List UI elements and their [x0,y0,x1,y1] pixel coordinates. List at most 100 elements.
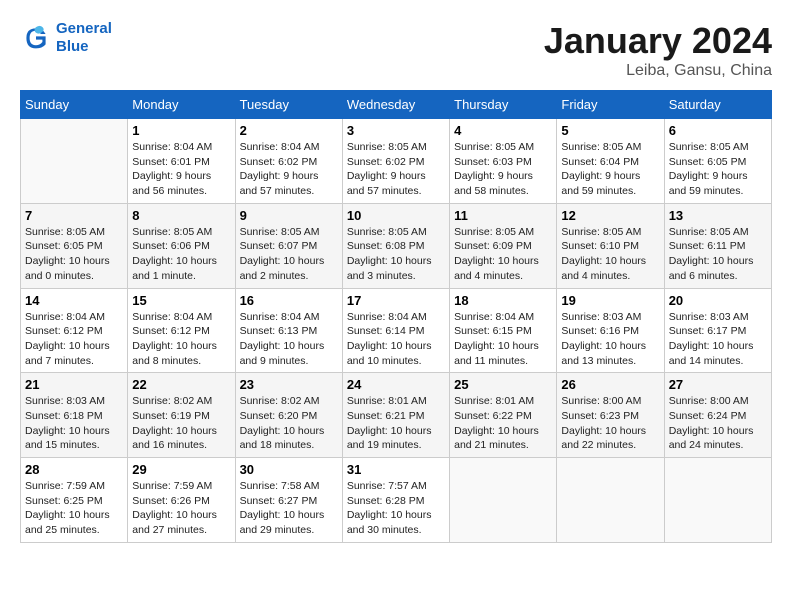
calendar-week-4: 21Sunrise: 8:03 AMSunset: 6:18 PMDayligh… [21,373,772,458]
col-friday: Friday [557,91,664,119]
calendar-cell: 25 Sunrise: 8:01 AMSunset: 6:22 PMDayligh… [450,373,557,458]
calendar-cell: 2 Sunrise: 8:04 AMSunset: 6:02 PMDaylight… [235,119,342,204]
logo-icon [20,22,52,54]
day-info: Sunrise: 8:05 AMSunset: 6:09 PMDaylight:… [454,225,552,284]
day-info: Sunrise: 8:05 AMSunset: 6:05 PMDaylight:… [25,225,123,284]
day-number: 13 [669,208,767,223]
col-tuesday: Tuesday [235,91,342,119]
day-number: 7 [25,208,123,223]
calendar-cell [664,458,771,543]
day-info: Sunrise: 8:04 AMSunset: 6:14 PMDaylight:… [347,310,445,369]
calendar-cell: 15 Sunrise: 8:04 AMSunset: 6:12 PMDayligh… [128,288,235,373]
calendar-cell: 30 Sunrise: 7:58 AMSunset: 6:27 PMDayligh… [235,458,342,543]
day-number: 1 [132,123,230,138]
day-info: Sunrise: 8:02 AMSunset: 6:19 PMDaylight:… [132,394,230,453]
day-info: Sunrise: 8:05 AMSunset: 6:02 PMDaylight:… [347,140,445,199]
day-number: 10 [347,208,445,223]
col-monday: Monday [128,91,235,119]
logo-text: General Blue [56,20,112,56]
day-info: Sunrise: 8:04 AMSunset: 6:12 PMDaylight:… [132,310,230,369]
calendar-cell: 17 Sunrise: 8:04 AMSunset: 6:14 PMDayligh… [342,288,449,373]
day-number: 15 [132,293,230,308]
col-saturday: Saturday [664,91,771,119]
day-number: 6 [669,123,767,138]
day-number: 5 [561,123,659,138]
calendar-cell: 11 Sunrise: 8:05 AMSunset: 6:09 PMDayligh… [450,203,557,288]
calendar-week-2: 7 Sunrise: 8:05 AMSunset: 6:05 PMDaylight… [21,203,772,288]
day-info: Sunrise: 7:59 AMSunset: 6:26 PMDaylight:… [132,479,230,538]
day-info: Sunrise: 7:57 AMSunset: 6:28 PMDaylight:… [347,479,445,538]
day-info: Sunrise: 8:05 AMSunset: 6:06 PMDaylight:… [132,225,230,284]
day-number: 24 [347,377,445,392]
calendar-cell: 23 Sunrise: 8:02 AMSunset: 6:20 PMDayligh… [235,373,342,458]
day-number: 23 [240,377,338,392]
day-number: 19 [561,293,659,308]
calendar-cell: 3 Sunrise: 8:05 AMSunset: 6:02 PMDaylight… [342,119,449,204]
day-info: Sunrise: 8:03 AMSunset: 6:16 PMDaylight:… [561,310,659,369]
page-header: General Blue January 2024 Leiba, Gansu, … [20,20,772,80]
logo: General Blue [20,20,112,56]
day-info: Sunrise: 8:03 AMSunset: 6:17 PMDaylight:… [669,310,767,369]
calendar-cell: 13 Sunrise: 8:05 AMSunset: 6:11 PMDayligh… [664,203,771,288]
day-number: 20 [669,293,767,308]
day-info: Sunrise: 8:05 AMSunset: 6:07 PMDaylight:… [240,225,338,284]
day-info: Sunrise: 7:58 AMSunset: 6:27 PMDaylight:… [240,479,338,538]
day-info: Sunrise: 8:04 AMSunset: 6:13 PMDaylight:… [240,310,338,369]
calendar-cell: 12Sunrise: 8:05 AMSunset: 6:10 PMDayligh… [557,203,664,288]
day-info: Sunrise: 8:01 AMSunset: 6:22 PMDaylight:… [454,394,552,453]
calendar-cell: 1 Sunrise: 8:04 AMSunset: 6:01 PMDaylight… [128,119,235,204]
calendar-cell: 31 Sunrise: 7:57 AMSunset: 6:28 PMDayligh… [342,458,449,543]
day-info: Sunrise: 8:03 AMSunset: 6:18 PMDaylight:… [25,394,123,453]
day-info: Sunrise: 8:04 AMSunset: 6:15 PMDaylight:… [454,310,552,369]
day-info: Sunrise: 8:04 AMSunset: 6:02 PMDaylight:… [240,140,338,199]
day-number: 14 [25,293,123,308]
col-sunday: Sunday [21,91,128,119]
day-number: 17 [347,293,445,308]
calendar-subtitle: Leiba, Gansu, China [544,62,772,80]
calendar-cell: 29Sunrise: 7:59 AMSunset: 6:26 PMDayligh… [128,458,235,543]
calendar-cell [21,119,128,204]
day-info: Sunrise: 8:05 AMSunset: 6:11 PMDaylight:… [669,225,767,284]
day-info: Sunrise: 8:02 AMSunset: 6:20 PMDaylight:… [240,394,338,453]
title-section: January 2024 Leiba, Gansu, China [544,20,772,80]
day-info: Sunrise: 8:00 AMSunset: 6:23 PMDaylight:… [561,394,659,453]
calendar-cell: 28Sunrise: 7:59 AMSunset: 6:25 PMDayligh… [21,458,128,543]
calendar-cell [450,458,557,543]
calendar-cell: 21Sunrise: 8:03 AMSunset: 6:18 PMDayligh… [21,373,128,458]
day-number: 4 [454,123,552,138]
calendar-table: Sunday Monday Tuesday Wednesday Thursday… [20,90,772,543]
calendar-cell: 19 Sunrise: 8:03 AMSunset: 6:16 PMDayligh… [557,288,664,373]
calendar-cell: 9 Sunrise: 8:05 AMSunset: 6:07 PMDaylight… [235,203,342,288]
day-number: 18 [454,293,552,308]
calendar-cell: 6Sunrise: 8:05 AMSunset: 6:05 PMDaylight… [664,119,771,204]
calendar-cell: 7 Sunrise: 8:05 AMSunset: 6:05 PMDaylight… [21,203,128,288]
calendar-header-row: Sunday Monday Tuesday Wednesday Thursday… [21,91,772,119]
calendar-cell [557,458,664,543]
day-number: 25 [454,377,552,392]
calendar-cell: 27Sunrise: 8:00 AMSunset: 6:24 PMDayligh… [664,373,771,458]
col-wednesday: Wednesday [342,91,449,119]
day-number: 30 [240,462,338,477]
day-number: 9 [240,208,338,223]
calendar-cell: 18 Sunrise: 8:04 AMSunset: 6:15 PMDayligh… [450,288,557,373]
day-number: 16 [240,293,338,308]
calendar-cell: 5 Sunrise: 8:05 AMSunset: 6:04 PMDaylight… [557,119,664,204]
calendar-cell: 14 Sunrise: 8:04 AMSunset: 6:12 PMDayligh… [21,288,128,373]
day-info: Sunrise: 8:04 AMSunset: 6:01 PMDaylight:… [132,140,230,199]
day-info: Sunrise: 8:01 AMSunset: 6:21 PMDaylight:… [347,394,445,453]
day-number: 11 [454,208,552,223]
day-number: 2 [240,123,338,138]
calendar-cell: 24 Sunrise: 8:01 AMSunset: 6:21 PMDayligh… [342,373,449,458]
day-info: Sunrise: 7:59 AMSunset: 6:25 PMDaylight:… [25,479,123,538]
col-thursday: Thursday [450,91,557,119]
day-number: 3 [347,123,445,138]
day-number: 31 [347,462,445,477]
day-info: Sunrise: 8:00 AMSunset: 6:24 PMDaylight:… [669,394,767,453]
day-number: 12 [561,208,659,223]
calendar-week-5: 28Sunrise: 7:59 AMSunset: 6:25 PMDayligh… [21,458,772,543]
day-number: 8 [132,208,230,223]
day-info: Sunrise: 8:04 AMSunset: 6:12 PMDaylight:… [25,310,123,369]
calendar-cell: 16 Sunrise: 8:04 AMSunset: 6:13 PMDayligh… [235,288,342,373]
day-info: Sunrise: 8:05 AMSunset: 6:04 PMDaylight:… [561,140,659,199]
day-info: Sunrise: 8:05 AMSunset: 6:03 PMDaylight:… [454,140,552,199]
